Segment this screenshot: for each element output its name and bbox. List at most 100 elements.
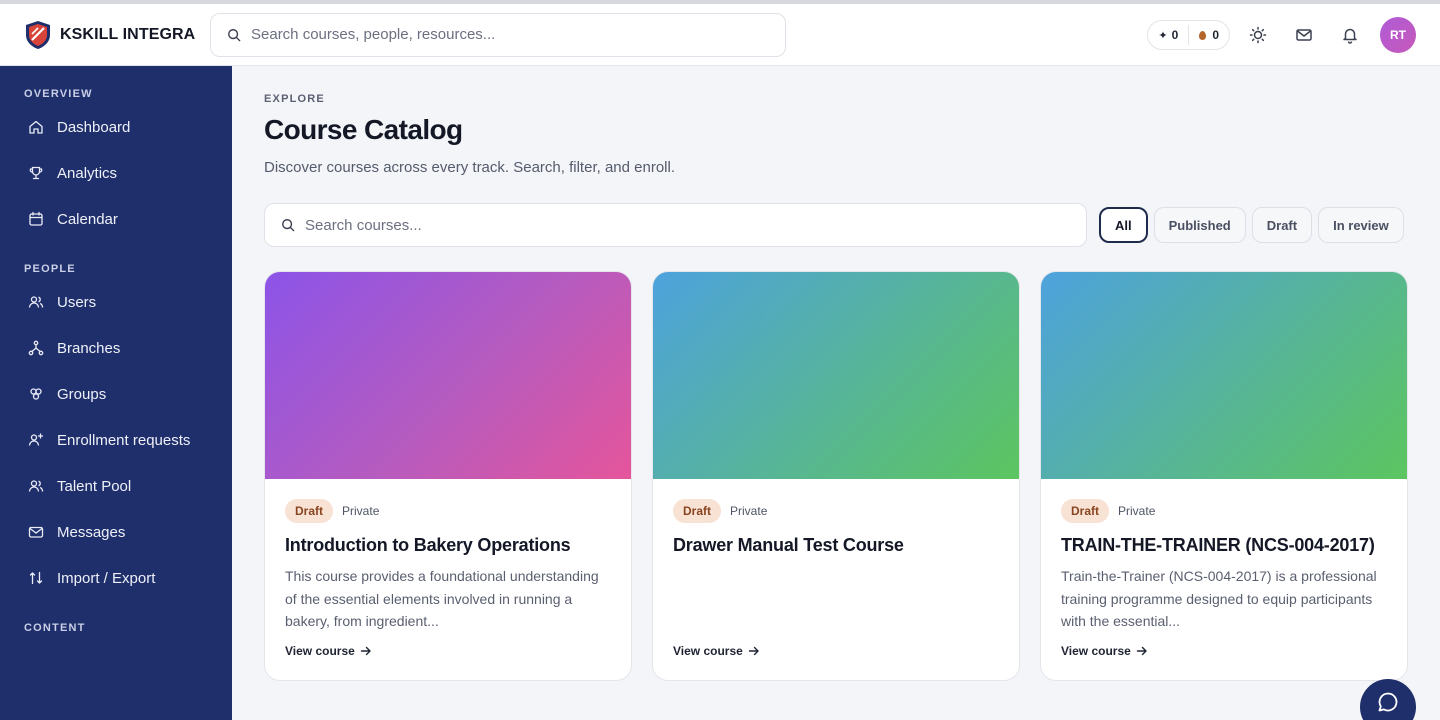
view-course-link[interactable]: View course <box>285 644 372 658</box>
mail-icon <box>1296 29 1312 41</box>
sidebar-section-content: CONTENT <box>24 622 86 634</box>
search-icon <box>228 28 241 41</box>
app-logo[interactable]: KSKILL INTEGRA <box>24 20 210 50</box>
sparkle-count: 0 <box>1171 28 1179 42</box>
sparkle-counter: ✦ 0 <box>1158 28 1178 42</box>
filter-published[interactable]: Published <box>1153 207 1246 243</box>
arrow-right-icon <box>360 646 371 656</box>
sidebar-item-talent-pool[interactable]: Talent Pool <box>0 463 232 509</box>
visibility-label: Private <box>1118 504 1156 518</box>
shield-logo-icon <box>26 20 50 49</box>
course-cover <box>265 272 631 479</box>
main-content: EXPLORE Course Catalog Discover courses … <box>232 66 1440 720</box>
sidebar-item-calendar[interactable]: Calendar <box>0 196 232 242</box>
sidebar-item-branches[interactable]: Branches <box>0 325 232 371</box>
course-description <box>673 565 999 633</box>
sidebar-section-people: PEOPLE <box>24 263 76 275</box>
view-course-label: View course <box>285 644 355 658</box>
import-export-icon <box>29 571 43 585</box>
status-badge: Draft <box>673 499 722 523</box>
page-eyebrow: EXPLORE <box>264 93 325 105</box>
search-icon <box>282 219 295 232</box>
view-course-label: View course <box>1061 644 1131 658</box>
course-description: This course provides a foundational unde… <box>285 568 599 629</box>
sun-icon <box>1249 26 1267 44</box>
user-plus-icon <box>28 433 44 446</box>
user-avatar[interactable]: RT <box>1380 17 1416 53</box>
status-filters: All Published Draft In review <box>1099 207 1410 243</box>
notifications-button[interactable] <box>1332 17 1368 53</box>
visibility-label: Private <box>342 504 380 518</box>
sidebar-item-label: Enrollment requests <box>57 431 191 449</box>
trophy-icon <box>29 166 43 180</box>
sidebar-item-analytics[interactable]: Analytics <box>0 150 232 196</box>
drop-count: 0 <box>1212 28 1219 42</box>
users-icon <box>28 296 44 308</box>
course-meta: Draft Private <box>673 499 999 523</box>
sidebar-item-enrollment-requests[interactable]: Enrollment requests <box>0 417 232 463</box>
course-card-body: Draft Private Drawer Manual Test Course <box>653 479 1019 633</box>
top-bar: KSKILL INTEGRA ✦ 0 0 RT <box>0 4 1440 66</box>
course-description: Train-the-Trainer (NCS-004-2017) is a pr… <box>1061 568 1377 629</box>
course-title: TRAIN-THE-TRAINER (NCS-004-2017) <box>1061 535 1375 555</box>
calendar-icon <box>29 211 43 226</box>
bell-icon <box>1343 28 1357 44</box>
course-card-body: Draft Private Introduction to Bakery Ope… <box>265 479 631 633</box>
sidebar-item-label: Groups <box>57 385 107 403</box>
page-subtitle: Discover courses across every track. Sea… <box>264 159 675 176</box>
sidebar-item-label: Dashboard <box>57 118 131 136</box>
course-meta: Draft Private <box>1061 499 1387 523</box>
app-name: KSKILL INTEGRA <box>60 25 196 43</box>
points-counters[interactable]: ✦ 0 0 <box>1147 20 1230 50</box>
sidebar-item-label: Talent Pool <box>57 477 132 495</box>
messages-button[interactable] <box>1286 17 1322 53</box>
course-search[interactable] <box>264 203 1087 247</box>
sidebar-item-groups[interactable]: Groups <box>0 371 232 417</box>
status-badge: Draft <box>1061 499 1110 523</box>
sidebar-item-dashboard[interactable]: Dashboard <box>0 104 232 150</box>
course-card-body: Draft Private TRAIN-THE-TRAINER (NCS-004… <box>1041 479 1407 633</box>
theme-toggle-button[interactable] <box>1240 17 1276 53</box>
sidebar-item-messages[interactable]: Messages <box>0 509 232 555</box>
view-course-label: View course <box>673 644 743 658</box>
mail-icon <box>28 526 44 538</box>
home-icon <box>29 120 43 134</box>
visibility-label: Private <box>730 504 768 518</box>
sidebar-item-label: Messages <box>57 523 126 541</box>
course-title: Introduction to Bakery Operations <box>285 535 571 555</box>
course-cover <box>653 272 1019 479</box>
global-search-input[interactable] <box>251 26 785 43</box>
sidebar-item-import-export[interactable]: Import / Export <box>0 555 232 601</box>
course-title: Drawer Manual Test Course <box>673 535 904 555</box>
page-title: Course Catalog <box>264 114 463 145</box>
sidebar-item-label: Users <box>57 293 97 311</box>
filter-draft[interactable]: Draft <box>1251 207 1313 243</box>
view-course-link[interactable]: View course <box>1061 644 1148 658</box>
course-card[interactable]: Draft Private Drawer Manual Test Course … <box>652 271 1020 681</box>
sidebar-item-users[interactable]: Users <box>0 279 232 325</box>
course-search-input[interactable] <box>305 216 1086 234</box>
status-badge: Draft <box>285 499 334 523</box>
drop-icon <box>1199 30 1207 40</box>
sidebar-section-overview: OVERVIEW <box>24 88 93 100</box>
filter-all[interactable]: All <box>1099 207 1148 243</box>
counter-divider <box>1188 25 1190 45</box>
arrow-right-icon <box>748 646 759 656</box>
sidebar-item-label: Branches <box>57 339 121 357</box>
global-search[interactable] <box>210 12 786 57</box>
sidebar-item-label: Analytics <box>57 164 118 182</box>
view-course-link[interactable]: View course <box>673 644 760 658</box>
arrow-right-icon <box>1136 646 1147 656</box>
sidebar-item-label: Calendar <box>57 210 118 228</box>
branches-icon <box>28 340 44 356</box>
sparkle-icon: ✦ <box>1158 29 1168 42</box>
sidebar: OVERVIEW Dashboard Analytics Calendar PE… <box>0 66 232 720</box>
course-grid: Draft Private Introduction to Bakery Ope… <box>264 271 1408 681</box>
course-card[interactable]: Draft Private Introduction to Bakery Ope… <box>264 271 632 681</box>
filter-in-review[interactable]: In review <box>1318 207 1404 243</box>
sidebar-item-label: Import / Export <box>57 569 156 587</box>
drop-counter: 0 <box>1199 28 1219 42</box>
course-cover <box>1041 272 1407 479</box>
course-meta: Draft Private <box>285 499 611 523</box>
course-card[interactable]: Draft Private TRAIN-THE-TRAINER (NCS-004… <box>1040 271 1408 681</box>
